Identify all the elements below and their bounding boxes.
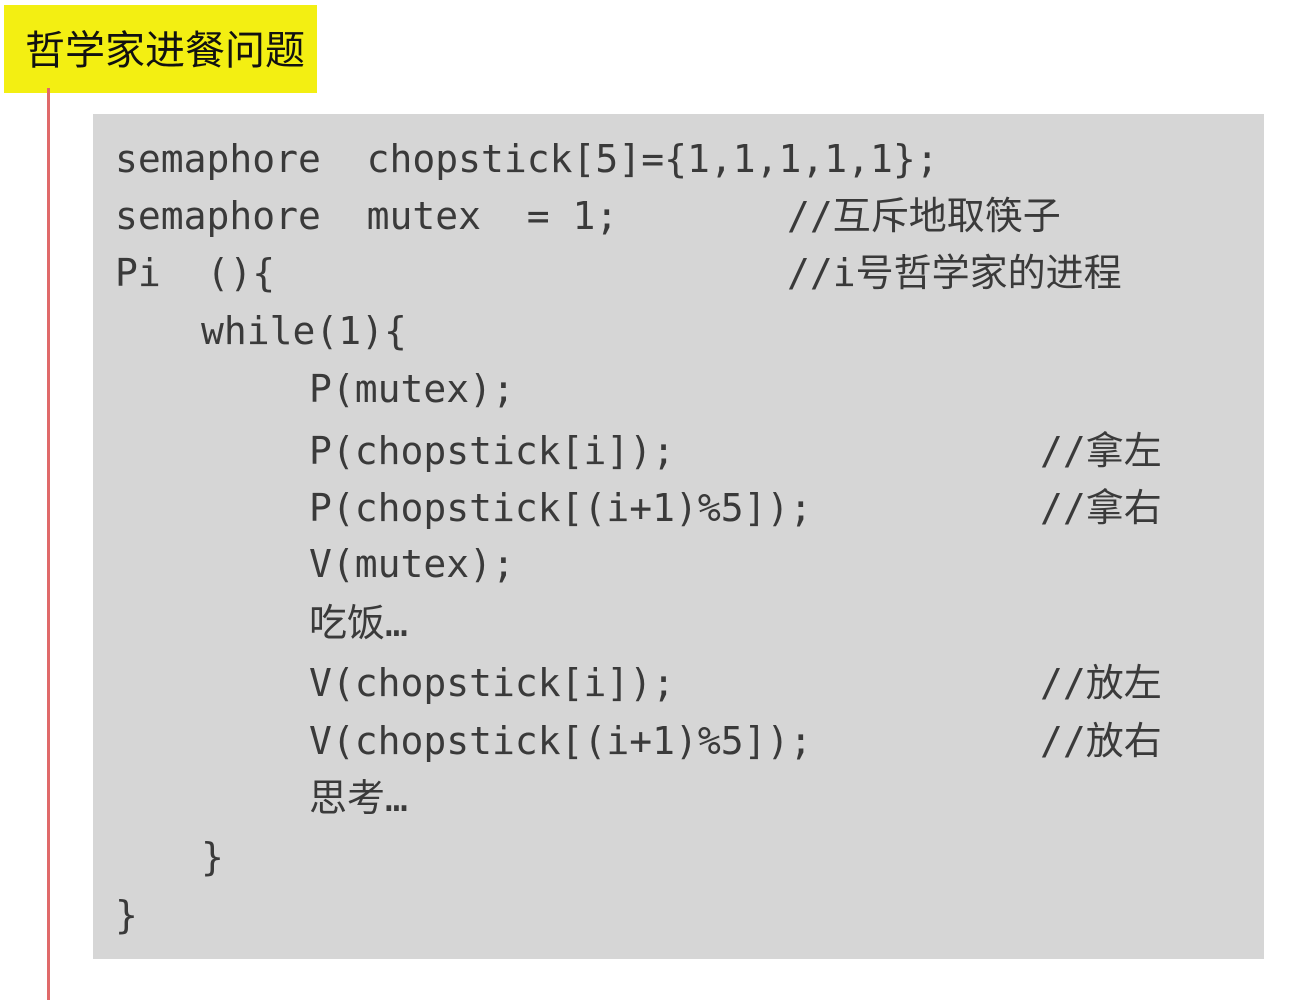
code-line-2: semaphore mutex = 1; xyxy=(115,194,619,238)
code-line-13: } xyxy=(201,835,224,879)
code-block: semaphore chopstick[5]={1,1,1,1,1}; sema… xyxy=(93,114,1264,959)
code-line-9: 吃饭… xyxy=(309,601,408,645)
code-comment-2: //互斥地取筷子 xyxy=(787,194,1061,238)
code-comment-11: //放右 xyxy=(1040,719,1162,763)
code-line-1: semaphore chopstick[5]={1,1,1,1,1}; xyxy=(115,137,939,181)
code-line-8: V(mutex); xyxy=(309,542,515,586)
code-line-5: P(mutex); xyxy=(309,367,515,411)
code-line-4: while(1){ xyxy=(201,309,407,353)
code-line-3: Pi (){ xyxy=(115,251,276,295)
code-line-7: P(chopstick[(i+1)%5]); xyxy=(309,486,813,530)
code-line-14: } xyxy=(115,893,138,937)
code-comment-3: //i号哲学家的进程 xyxy=(787,251,1122,295)
vertical-divider-line xyxy=(47,88,50,1000)
code-line-6: P(chopstick[i]); xyxy=(309,429,676,473)
page-title: 哲学家进餐问题 xyxy=(25,28,305,74)
code-comment-10: //放左 xyxy=(1040,661,1162,705)
code-line-12: 思考… xyxy=(309,776,408,820)
code-comment-6: //拿左 xyxy=(1040,429,1162,473)
code-line-10: V(chopstick[i]); xyxy=(309,661,676,705)
code-line-11: V(chopstick[(i+1)%5]); xyxy=(309,719,813,763)
slide-page: 哲学家进餐问题 semaphore chopstick[5]={1,1,1,1,… xyxy=(0,0,1316,1000)
title-banner: 哲学家进餐问题 xyxy=(4,5,317,93)
code-comment-7: //拿右 xyxy=(1040,486,1162,530)
